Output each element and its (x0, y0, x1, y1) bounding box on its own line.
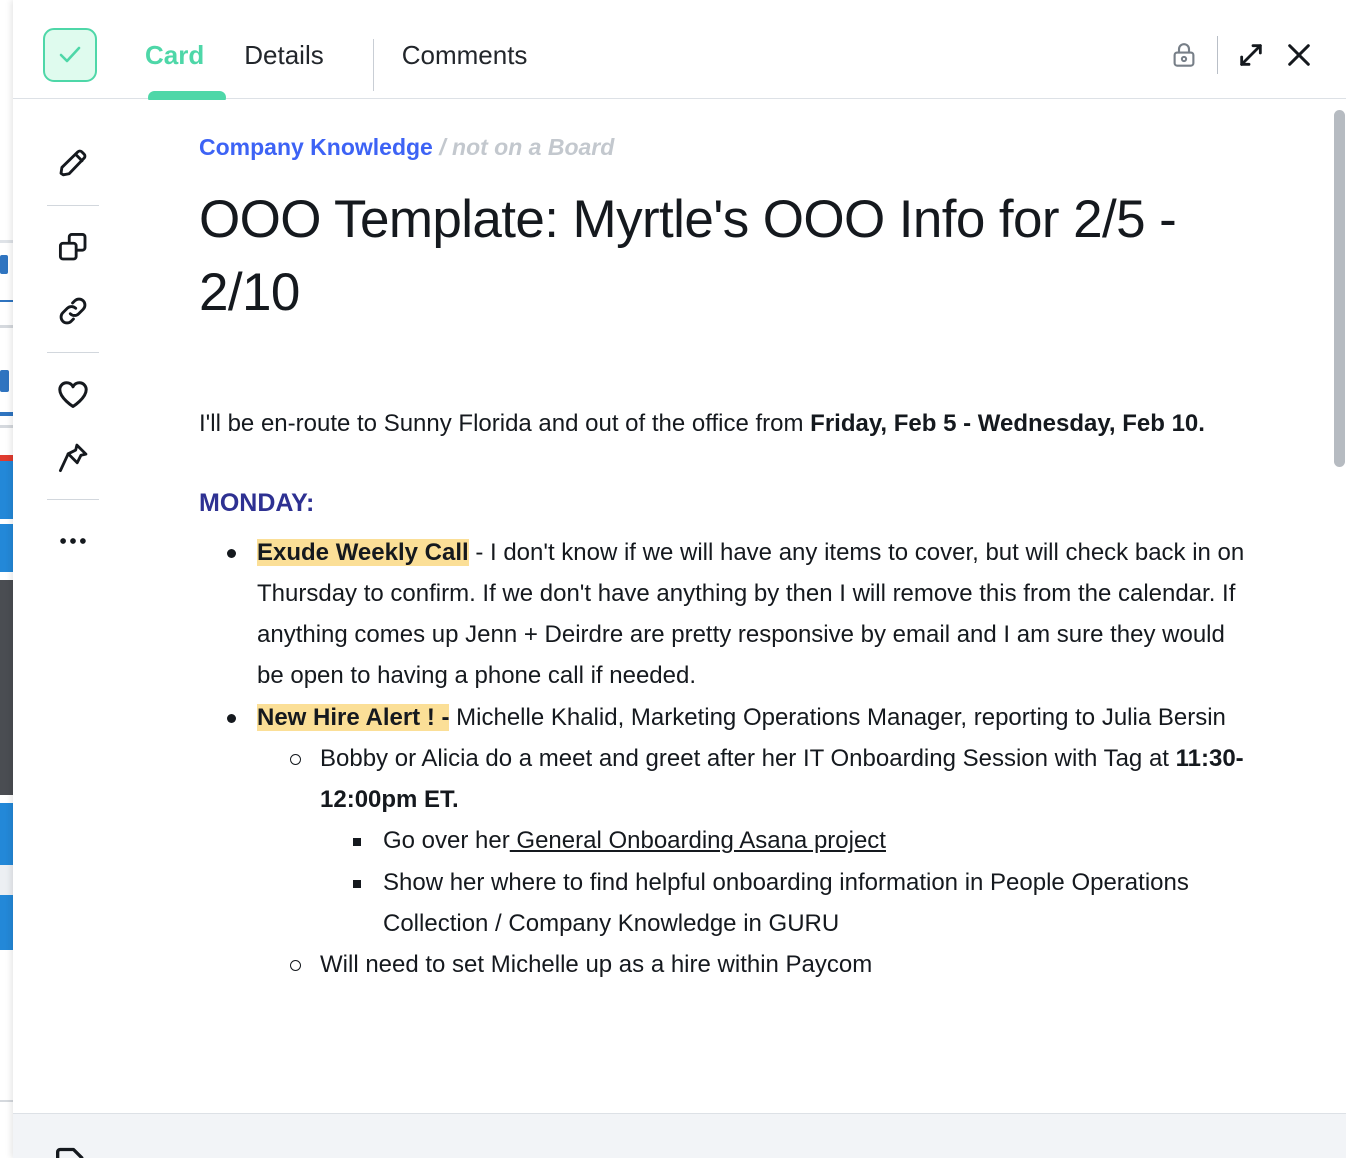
bullet2-text: Michelle Khalid, Marketing Operations Ma… (449, 704, 1225, 731)
bullet1-highlight: Exude Weekly Call (257, 539, 469, 566)
pencil-icon (55, 146, 91, 182)
bg-fragment (0, 325, 13, 328)
bg-fragment (0, 1100, 13, 1102)
intro-plain: I'll be en-route to Sunny Florida and ou… (199, 410, 810, 437)
bg-fragment (0, 572, 13, 580)
lock-button[interactable] (1160, 31, 1208, 79)
background-app-strip (0, 0, 13, 1158)
sub-list: Bobby or Alicia do a meet and greet afte… (282, 738, 1258, 986)
list-item: Bobby or Alicia do a meet and greet afte… (282, 738, 1258, 944)
bg-fragment (0, 950, 13, 1158)
subsub1-pre: Go over her (383, 827, 510, 854)
close-icon (1283, 39, 1315, 71)
monday-heading: MONDAY: (199, 489, 1258, 518)
page-title: OOO Template: Myrtle's OOO Info for 2/5 … (199, 183, 1219, 329)
list-item: New Hire Alert ! - Michelle Khalid, Mark… (219, 697, 1258, 986)
close-button[interactable] (1275, 31, 1323, 79)
more-icon (55, 523, 91, 559)
bg-fragment (0, 240, 13, 243)
sub-sub-list: Go over her General Onboarding Asana pro… (345, 820, 1258, 944)
breadcrumb: Company Knowledge / not on a Board (199, 134, 1258, 161)
rail-separator (47, 352, 99, 353)
tab-comments[interactable]: Comments (402, 11, 528, 99)
breadcrumb-board: not on a Board (452, 134, 614, 160)
tab-bar: Card Details Comments (145, 11, 567, 99)
list-item: Go over her General Onboarding Asana pro… (345, 820, 1258, 861)
link-icon (55, 293, 91, 329)
rail-separator (47, 205, 99, 206)
duplicate-icon (55, 229, 91, 265)
vertical-scrollbar-thumb[interactable] (1334, 110, 1345, 467)
bg-fragment (0, 412, 13, 416)
bg-fragment (0, 300, 13, 302)
more-options-button[interactable] (41, 509, 105, 573)
bg-fragment (0, 580, 13, 795)
copy-link-button[interactable] (41, 279, 105, 343)
card-complete-checkbox[interactable] (43, 28, 97, 82)
bg-fragment (0, 255, 8, 274)
bg-fragment (0, 795, 13, 803)
list-item: Will need to set Michelle up as a hire w… (282, 944, 1258, 985)
sub1-pre: Bobby or Alicia do a meet and greet afte… (320, 745, 1176, 772)
bg-fragment (0, 895, 13, 950)
bg-fragment (0, 0, 13, 240)
breadcrumb-separator: / (433, 134, 452, 160)
pin-button[interactable] (41, 426, 105, 490)
pin-icon (55, 440, 91, 476)
expand-button[interactable] (1227, 31, 1275, 79)
bg-fragment (0, 803, 13, 865)
heart-icon (55, 376, 91, 412)
intro-bold: Friday, Feb 5 - Wednesday, Feb 10. (810, 410, 1205, 437)
document-icon[interactable] (51, 1142, 91, 1158)
bg-fragment (0, 524, 13, 572)
header-divider (1217, 36, 1218, 74)
favorite-button[interactable] (41, 362, 105, 426)
list-item: Exude Weekly Call - I don't know if we w… (219, 532, 1258, 697)
modal-footer (13, 1113, 1346, 1158)
breadcrumb-collection[interactable]: Company Knowledge (199, 134, 433, 160)
check-icon (55, 40, 85, 70)
tab-card[interactable]: Card (145, 11, 204, 99)
monday-list: Exude Weekly Call - I don't know if we w… (219, 532, 1258, 986)
rail-separator (47, 499, 99, 500)
bullet2-highlight: New Hire Alert ! - (257, 704, 449, 731)
bg-fragment (0, 461, 13, 519)
duplicate-button[interactable] (41, 215, 105, 279)
card-content: Company Knowledge / not on a Board OOO T… (133, 100, 1346, 1113)
modal-header: Card Details Comments (13, 11, 1346, 99)
edit-button[interactable] (41, 132, 105, 196)
bg-fragment (0, 865, 13, 895)
asana-project-link[interactable]: General Onboarding Asana project (510, 827, 886, 854)
header-actions (1160, 11, 1323, 99)
tool-rail (13, 100, 133, 1113)
expand-icon (1235, 39, 1267, 71)
lock-icon (1169, 40, 1199, 70)
bg-fragment (0, 425, 13, 428)
intro-paragraph: I'll be en-route to Sunny Florida and ou… (199, 403, 1258, 444)
list-item: Show her where to find helpful onboardin… (345, 862, 1258, 945)
bg-fragment (0, 370, 9, 392)
vertical-scrollbar-track[interactable] (1333, 100, 1346, 1113)
card-modal: Card Details Comments (13, 0, 1346, 1158)
tab-details[interactable]: Details (244, 11, 323, 99)
tab-divider (373, 39, 374, 91)
